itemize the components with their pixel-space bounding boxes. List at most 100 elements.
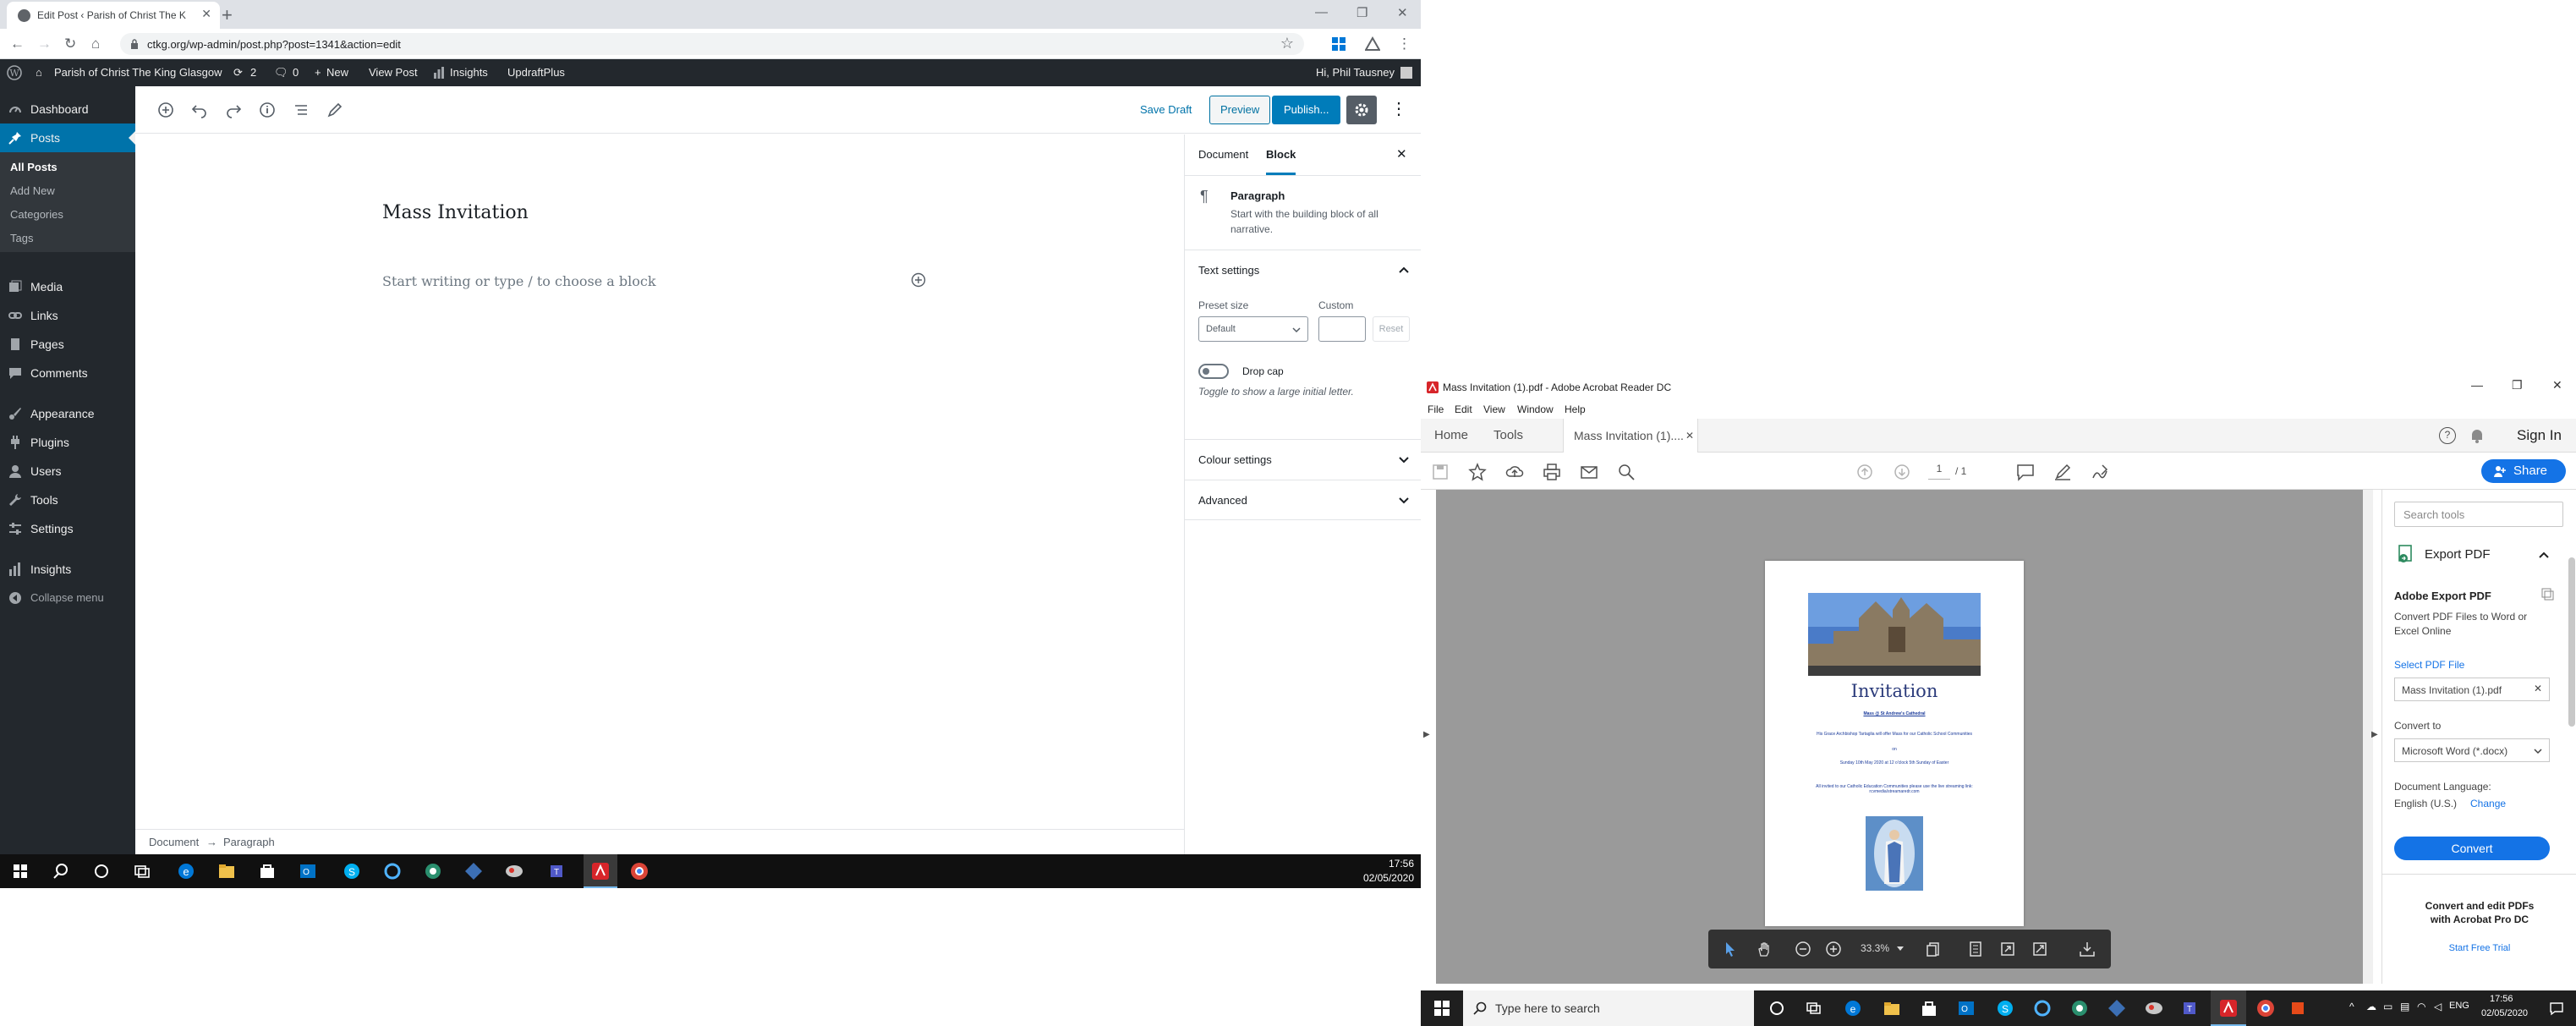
wordpress-logo-icon[interactable]: W <box>7 65 22 80</box>
bookmark-star-icon[interactable]: ☆ <box>1280 35 1294 52</box>
edit-pencil-icon[interactable] <box>325 100 345 120</box>
tray-wifi-icon[interactable]: ◠ <box>2417 1001 2425 1012</box>
teams-icon[interactable]: T <box>2182 999 2201 1018</box>
sidebar-item-plugins[interactable]: Plugins <box>0 428 135 457</box>
sidebar-item-insights[interactable]: Insights <box>0 555 135 584</box>
taskbar-search-box[interactable]: Type here to search <box>1463 990 1754 1026</box>
sign-fill-icon[interactable] <box>2091 463 2109 481</box>
menu-help[interactable]: Help <box>1565 403 1586 415</box>
cortana-icon[interactable] <box>1768 999 1786 1018</box>
colour-settings-panel[interactable]: Colour settings <box>1185 439 1421 480</box>
file-explorer-icon[interactable] <box>216 861 237 881</box>
selected-file-field[interactable]: Mass Invitation (1).pdf ✕ <box>2394 678 2550 701</box>
comment-icon[interactable] <box>2016 463 2035 481</box>
notifications-bell-icon[interactable] <box>2469 427 2485 444</box>
submenu-categories[interactable]: Categories <box>10 208 63 221</box>
menu-file[interactable]: File <box>1428 403 1444 415</box>
sidebar-item-users[interactable]: Users <box>0 457 135 486</box>
help-icon[interactable]: ? <box>2439 427 2456 444</box>
sidebar-item-pages[interactable]: Pages <box>0 330 135 359</box>
address-bar[interactable]: ctkg.org/wp-admin/post.php?post=1341&act… <box>120 33 1304 55</box>
right-pane-toggle-icon[interactable]: ▶ <box>2371 730 2378 739</box>
zoom-out-icon[interactable] <box>1795 941 1811 957</box>
edge-browser-icon[interactable]: e <box>176 861 196 881</box>
sidebar-item-links[interactable]: Links <box>0 301 135 330</box>
reset-button[interactable]: Reset <box>1373 316 1410 342</box>
convert-format-select[interactable]: Microsoft Word (*.docx) <box>2394 738 2550 762</box>
close-tab-icon[interactable]: ✕ <box>1685 419 1694 453</box>
sidebar-collapse-menu[interactable]: Collapse menu <box>0 584 135 612</box>
tab-document[interactable]: Mass Invitation (1).... ✕ <box>1563 419 1698 453</box>
search-tools-input[interactable]: Search tools <box>2394 502 2563 527</box>
menu-window[interactable]: Window <box>1517 403 1554 415</box>
highlight-pen-icon[interactable] <box>2053 463 2072 481</box>
chevron-up-icon[interactable] <box>2538 549 2550 561</box>
site-name-link[interactable]: Parish of Christ The King Glasgow <box>54 59 222 86</box>
print-icon[interactable] <box>1543 463 1561 481</box>
sidebar-item-dashboard[interactable]: Dashboard <box>0 95 135 123</box>
store-icon[interactable] <box>257 861 277 881</box>
avatar[interactable] <box>1400 67 1412 79</box>
new-tab-button[interactable]: + <box>222 4 233 26</box>
updates-count[interactable]: 2 <box>250 59 256 86</box>
restore-icon[interactable]: ❐ <box>2512 378 2523 392</box>
search-icon[interactable] <box>51 861 71 881</box>
chrome-menu-icon[interactable]: ⋮ <box>1397 36 1411 52</box>
tray-network-icon[interactable]: ▤ <box>2400 1001 2409 1012</box>
search-zoom-icon[interactable] <box>1617 463 1636 481</box>
rotate-icon[interactable] <box>1999 941 2016 957</box>
acrobat-taskbar-active[interactable] <box>2211 990 2246 1026</box>
tray-volume-icon[interactable]: ◁ <box>2434 1001 2442 1012</box>
convert-button[interactable]: Convert <box>2394 837 2550 860</box>
upload-cloud-icon[interactable] <box>1505 463 1524 481</box>
new-content-link[interactable]: New <box>326 59 348 86</box>
tools-pane-scrollbar[interactable] <box>2568 557 2575 727</box>
block-navigation-icon[interactable] <box>291 100 311 120</box>
left-pane-toggle-icon[interactable]: ▶ <box>1423 730 1430 739</box>
sidebar-item-settings[interactable]: Settings <box>0 514 135 543</box>
drop-cap-toggle[interactable] <box>1198 364 1229 379</box>
start-free-trial-link[interactable]: Start Free Trial <box>2382 943 2576 953</box>
previous-page-icon[interactable] <box>1855 463 1874 481</box>
view-post-link[interactable]: View Post <box>369 59 418 86</box>
close-tab-icon[interactable]: ✕ <box>201 7 211 21</box>
zoom-dropdown-icon[interactable] <box>1896 946 1905 952</box>
post-title-input[interactable]: Mass Invitation <box>382 202 529 223</box>
windows-start-icon[interactable] <box>1433 999 1451 1018</box>
cortana-icon[interactable] <box>91 861 112 881</box>
menu-edit[interactable]: Edit <box>1455 403 1472 415</box>
next-page-icon[interactable] <box>1893 463 1911 481</box>
select-cursor-icon[interactable] <box>1722 941 1739 957</box>
home-icon[interactable]: ⌂ <box>91 36 100 52</box>
globe-app-icon[interactable] <box>2070 999 2089 1018</box>
skype-icon[interactable]: S <box>1996 999 2014 1018</box>
more-options-icon[interactable]: ⋮ <box>1390 98 1407 119</box>
select-pdf-file-link[interactable]: Select PDF File <box>2394 659 2464 671</box>
settings-button[interactable] <box>1346 96 1377 124</box>
text-settings-toggle[interactable]: Text settings <box>1198 264 1259 277</box>
edge-browser-icon[interactable]: e <box>1844 999 1862 1018</box>
full-screen-icon[interactable] <box>2031 941 2048 957</box>
tab-home[interactable]: Home <box>1434 419 1468 453</box>
info-icon[interactable] <box>257 100 277 120</box>
paragraph-block-placeholder[interactable]: Start writing or type / to choose a bloc… <box>382 273 656 289</box>
breadcrumb-document[interactable]: Document <box>149 836 199 848</box>
tab-tools[interactable]: Tools <box>1494 419 1523 453</box>
input-language[interactable]: ENG <box>2449 1001 2469 1011</box>
file-explorer-icon[interactable] <box>1883 999 1901 1018</box>
notifications-icon[interactable] <box>2549 1001 2564 1016</box>
read-mode-icon[interactable] <box>2079 941 2096 957</box>
share-button[interactable]: Share <box>2481 459 2566 483</box>
clock-date[interactable]: 02/05/2020 <box>1363 872 1414 884</box>
sidebar-item-tools[interactable]: Tools <box>0 486 135 514</box>
forward-icon[interactable]: → <box>37 36 52 52</box>
advanced-panel[interactable]: Advanced <box>1185 480 1421 520</box>
office-icon[interactable] <box>2290 1001 2305 1016</box>
custom-size-input[interactable] <box>1318 316 1366 342</box>
chevron-up-icon[interactable] <box>1398 264 1410 276</box>
close-window-icon[interactable]: ✕ <box>2552 378 2562 392</box>
remote-app-icon[interactable] <box>504 861 524 881</box>
change-language-link[interactable]: Change <box>2470 798 2506 809</box>
updates-icon[interactable]: ⟳ <box>233 59 243 86</box>
sidebar-item-posts[interactable]: Posts <box>0 123 135 152</box>
